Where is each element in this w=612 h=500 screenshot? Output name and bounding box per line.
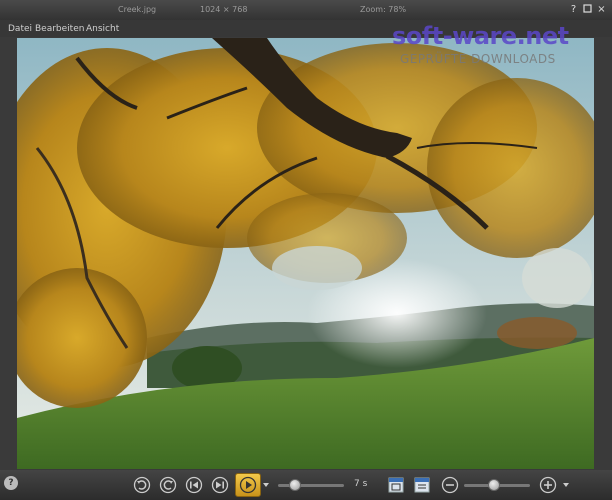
zoom-options-dropdown[interactable] — [562, 475, 570, 495]
rotate-left-icon — [133, 476, 151, 494]
photo-creek — [17, 38, 594, 469]
image-dimensions: 1024 × 768 — [200, 5, 248, 14]
slideshow-speed-track[interactable] — [278, 484, 344, 487]
watermark-sub-text: GEPRÜFTE DOWNLOADS — [400, 52, 556, 66]
skip-forward-icon — [211, 476, 229, 494]
rotate-right-button[interactable] — [158, 475, 178, 495]
zoom-slider[interactable] — [487, 479, 500, 491]
maximize-button[interactable] — [582, 4, 593, 15]
chevron-down-icon — [263, 483, 269, 487]
slideshow-speed-slider[interactable] — [288, 479, 301, 491]
zoom-readout: Zoom: 78% — [360, 5, 407, 14]
skip-back-icon — [185, 476, 203, 494]
zoom-fit-button[interactable] — [412, 475, 432, 495]
help-button[interactable]: ? — [568, 4, 579, 15]
help-icon-button[interactable]: ? — [4, 476, 18, 490]
actual-size-icon — [388, 477, 404, 493]
file-name: Creek.jpg — [118, 5, 157, 14]
zoom-in-button[interactable] — [538, 475, 558, 495]
title-bar: Creek.jpg 1024 × 768 Zoom: 78% ? × — [0, 0, 612, 20]
bottom-toolbar: ? 7 s — [0, 470, 612, 500]
minus-icon — [441, 476, 459, 494]
slideshow-options-dropdown[interactable] — [262, 475, 270, 495]
rotate-right-icon — [159, 476, 177, 494]
image-viewport[interactable] — [17, 38, 594, 469]
slideshow-speed-label: 7 s — [354, 479, 368, 489]
close-button[interactable]: × — [596, 4, 607, 15]
menu-item-bearbeiten[interactable]: Bearbeiten — [35, 24, 84, 34]
fit-to-window-icon — [414, 477, 430, 493]
play-icon — [239, 476, 257, 494]
zoom-out-button[interactable] — [440, 475, 460, 495]
watermark-logo: soft-ware.net GEPRÜFTE DOWNLOADS — [392, 22, 602, 72]
chevron-down-icon — [563, 483, 569, 487]
next-image-button[interactable] — [210, 475, 230, 495]
previous-image-button[interactable] — [184, 475, 204, 495]
watermark-main-text: soft-ware.net — [392, 22, 569, 50]
menu-item-ansicht[interactable]: Ansicht — [86, 24, 119, 34]
slideshow-play-button[interactable] — [235, 473, 261, 497]
menu-item-datei[interactable]: Datei — [8, 24, 32, 34]
zoom-actual-size-button[interactable] — [386, 475, 406, 495]
rotate-left-button[interactable] — [132, 475, 152, 495]
maximize-icon — [583, 4, 592, 13]
plus-icon — [539, 476, 557, 494]
